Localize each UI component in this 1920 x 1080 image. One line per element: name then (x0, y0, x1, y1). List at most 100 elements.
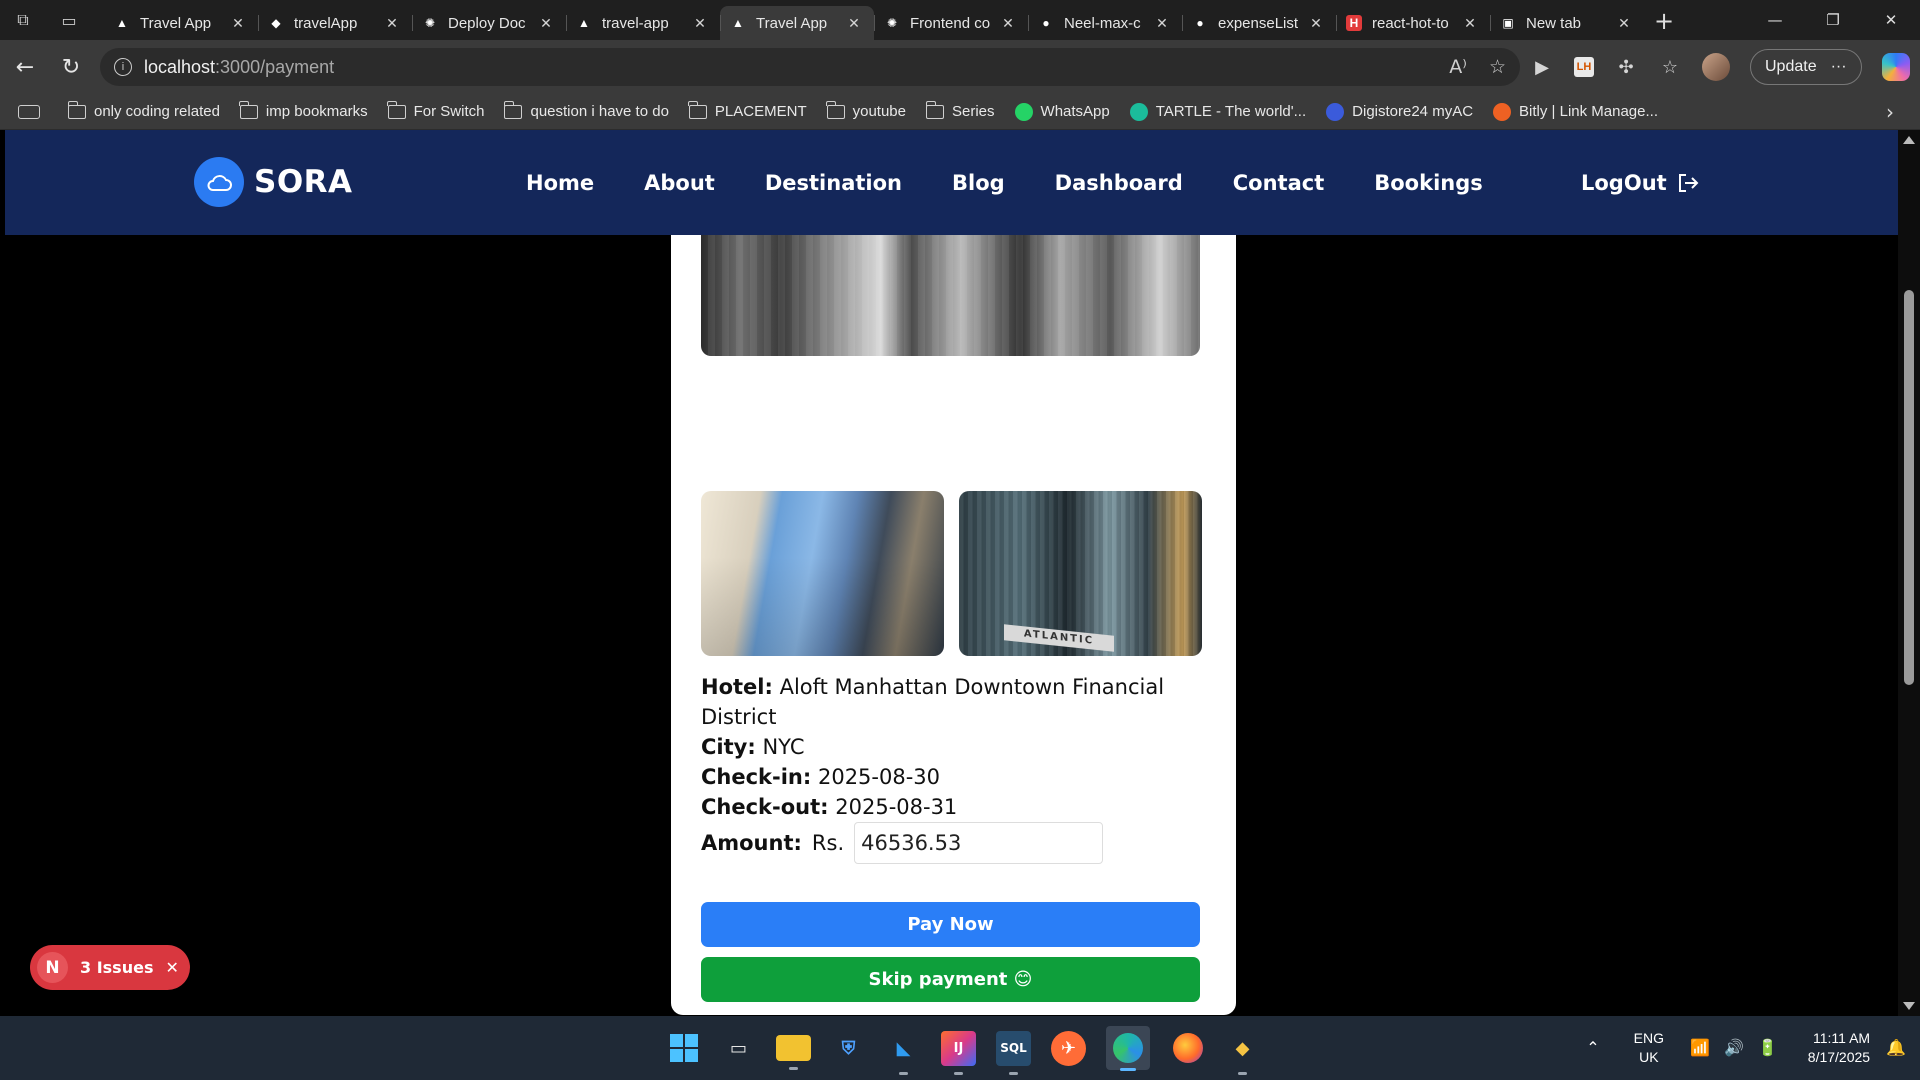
folder-icon (925, 100, 944, 119)
tab-title: travel-app (602, 14, 669, 32)
bookmark-item[interactable]: PLACEMENT (688, 100, 807, 121)
back-button[interactable]: ← (2, 47, 48, 87)
browser-tab[interactable]: ◆ travelApp ✕ (258, 6, 412, 40)
vscode-icon[interactable]: ◣ (886, 1031, 921, 1075)
bookmark-item[interactable]: Bitly | Link Manage... (1493, 102, 1658, 121)
tab-close-icon[interactable]: ✕ (382, 15, 402, 32)
bookmarks-overflow-chevron-icon[interactable]: › (1886, 100, 1894, 124)
profile-avatar[interactable] (1702, 53, 1730, 81)
restore-button[interactable]: ❐ (1804, 0, 1862, 40)
tray-overflow-chevron-icon[interactable]: ⌃ (1586, 1038, 1599, 1058)
reload-button[interactable]: ↻ (48, 47, 94, 87)
checkin-value: 2025-08-30 (817, 765, 941, 789)
mysql-workbench-icon[interactable]: SQL (996, 1030, 1031, 1075)
scroll-up-arrow-icon[interactable] (1903, 136, 1915, 144)
logout-link[interactable]: LogOut (1581, 130, 1699, 235)
browser-tab[interactable]: ● expenseList ✕ (1182, 6, 1336, 40)
tab-close-icon[interactable]: ✕ (1306, 15, 1326, 32)
bookmark-item[interactable]: TARTLE - The world'... (1129, 102, 1306, 121)
bookmark-item[interactable]: Series (925, 100, 995, 121)
minimize-button[interactable]: — (1746, 0, 1804, 40)
nav-link-bookings[interactable]: Bookings (1374, 171, 1483, 195)
site-info-icon[interactable]: i (114, 58, 132, 76)
postman-icon[interactable]: ✈ (1051, 1030, 1086, 1066)
amount-input[interactable] (854, 822, 1104, 864)
checkin-row: Check-in: 2025-08-30 (701, 762, 1200, 792)
site-favicon-icon (1129, 102, 1148, 121)
checkout-label: Check-out: (701, 795, 829, 819)
media-extension-icon[interactable]: ▶ (1530, 55, 1554, 79)
browser-tab[interactable]: ▲ Travel App ✕ (104, 6, 258, 40)
lang-line1: ENG (1633, 1030, 1665, 1046)
workspaces-icon[interactable]: ⧉ (0, 0, 46, 40)
security-shield-icon[interactable]: ⛨ (831, 1031, 866, 1066)
address-bar[interactable]: i localhost:3000/payment A⁾ ☆ (100, 48, 1520, 86)
close-icon[interactable]: ✕ (165, 958, 178, 977)
bookmark-item[interactable]: only coding related (67, 100, 220, 121)
more-menu-icon[interactable]: ··· (1831, 58, 1847, 76)
nav-link-blog[interactable]: Blog (952, 171, 1005, 195)
skip-payment-button[interactable]: Skip payment 😊 (701, 957, 1200, 1002)
extensions-puzzle-icon[interactable]: ✣ (1614, 55, 1638, 79)
tab-close-icon[interactable]: ✕ (228, 15, 248, 32)
browser-tab[interactable]: ▣ New tab ✕ (1490, 6, 1644, 40)
nav-link-destination[interactable]: Destination (765, 171, 902, 195)
tab-close-icon[interactable]: ✕ (536, 15, 556, 32)
start-menu-windows-icon[interactable] (666, 1031, 701, 1066)
copilot-icon[interactable] (1881, 53, 1910, 81)
git-tool-icon[interactable]: ◆ (1225, 1031, 1260, 1075)
favorites-icon[interactable]: ☆ (1658, 55, 1682, 79)
nextjs-issues-badge[interactable]: N 3 Issues ✕ (30, 945, 190, 990)
browser-tab[interactable]: ● Neel-max-c ✕ (1028, 6, 1182, 40)
pay-now-button[interactable]: Pay Now (701, 902, 1200, 947)
new-tab-button[interactable]: + (1644, 7, 1684, 35)
quick-settings[interactable]: 📶 🔊 🔋 (1690, 1038, 1778, 1058)
update-button[interactable]: Update ··· (1750, 49, 1862, 85)
vercel-icon: ▲ (732, 16, 744, 30)
bookmark-item[interactable]: Digistore24 myAC (1326, 102, 1473, 121)
github-icon: ● (1196, 16, 1204, 30)
vertical-tabs-icon[interactable]: ▭ (46, 0, 92, 40)
notification-bell-icon[interactable]: 🔔 (1886, 1038, 1906, 1058)
read-aloud-icon[interactable]: A⁾ (1449, 56, 1467, 78)
tab-close-icon[interactable]: ✕ (1614, 15, 1634, 32)
browser-tab[interactable]: ✺ Frontend co ✕ (874, 6, 1028, 40)
scroll-down-arrow-icon[interactable] (1903, 1002, 1915, 1010)
close-window-button[interactable]: ✕ (1862, 0, 1920, 40)
bookmark-item[interactable]: youtube (826, 100, 906, 121)
bookmark-item[interactable]: For Switch (387, 100, 484, 121)
folder-icon (67, 100, 86, 119)
nav-link-home[interactable]: Home (526, 171, 594, 195)
lighthouse-extension-icon[interactable]: LH (1574, 57, 1594, 77)
tab-close-icon[interactable]: ✕ (1460, 15, 1480, 32)
browser-tab[interactable]: ▲ travel-app ✕ (566, 6, 720, 40)
file-explorer-icon[interactable] (776, 1035, 811, 1070)
site-logo[interactable]: SORA (194, 157, 353, 207)
favorite-star-icon[interactable]: ☆ (1489, 56, 1506, 78)
bookmark-item[interactable]: imp bookmarks (239, 100, 368, 121)
nav-link-dashboard[interactable]: Dashboard (1055, 171, 1183, 195)
bookmark-item[interactable]: question i have to do (503, 100, 669, 121)
edge-browser-icon[interactable] (1106, 1026, 1150, 1071)
tab-title: Frontend co (910, 14, 991, 32)
task-view-icon[interactable]: ▭ (721, 1031, 756, 1066)
url-path: :3000/payment (215, 56, 335, 77)
page-scrollbar[interactable] (1898, 130, 1920, 1016)
nav-link-about[interactable]: About (644, 171, 715, 195)
tab-close-icon[interactable]: ✕ (844, 15, 864, 32)
language-indicator[interactable]: ENG UK (1634, 1029, 1664, 1067)
intellij-icon[interactable]: IJ (941, 1030, 976, 1075)
tab-close-icon[interactable]: ✕ (690, 15, 710, 32)
browser-tab[interactable]: ▲ Travel App ✕ (720, 6, 874, 40)
firefox-icon[interactable] (1170, 1031, 1205, 1066)
tab-close-icon[interactable]: ✕ (998, 15, 1018, 32)
tab-close-icon[interactable]: ✕ (1152, 15, 1172, 32)
folder-icon (826, 100, 845, 119)
scrollbar-thumb[interactable] (1904, 290, 1914, 685)
browser-tab[interactable]: ✺ Deploy Doc ✕ (412, 6, 566, 40)
clock[interactable]: 11:11 AM 8/17/2025 (1808, 1029, 1870, 1067)
bookmark-item[interactable]: WhatsApp (1014, 102, 1110, 121)
browser-tab[interactable]: Hreact-hot-to ✕ (1336, 6, 1490, 40)
nav-link-contact[interactable]: Contact (1233, 171, 1325, 195)
reading-list-icon[interactable] (18, 104, 40, 119)
